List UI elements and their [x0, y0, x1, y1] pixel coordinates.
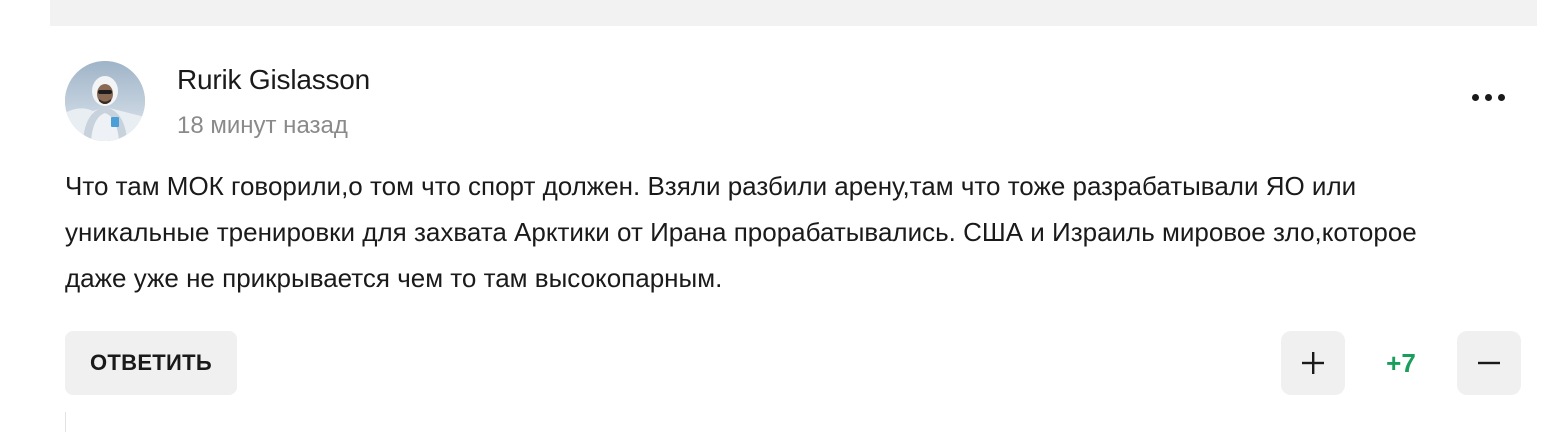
- more-horizontal-icon-dot: [1497, 93, 1505, 101]
- more-horizontal-icon-dot: [1484, 93, 1492, 101]
- minus-icon: [1478, 361, 1500, 365]
- rating-count: +7: [1386, 347, 1416, 378]
- comment-card: Rurik Gislasson 18 минут назад Что там М…: [0, 0, 1545, 432]
- comment-author[interactable]: Rurik Gislasson: [177, 64, 370, 96]
- thread-divider: [65, 412, 66, 432]
- avatar[interactable]: [65, 61, 145, 141]
- more-horizontal-icon: [1471, 93, 1479, 101]
- avatar-photo: [65, 61, 145, 141]
- downvote-button[interactable]: [1457, 331, 1521, 395]
- upvote-button[interactable]: [1281, 331, 1345, 395]
- reply-button[interactable]: ОТВЕТИТЬ: [65, 331, 237, 395]
- comment-text: Что там МОК говорили,о том что спорт дол…: [65, 171, 1417, 293]
- plus-icon: [1302, 352, 1324, 374]
- comment-timestamp: 18 минут назад: [177, 112, 348, 139]
- more-options-button[interactable]: [1462, 80, 1514, 114]
